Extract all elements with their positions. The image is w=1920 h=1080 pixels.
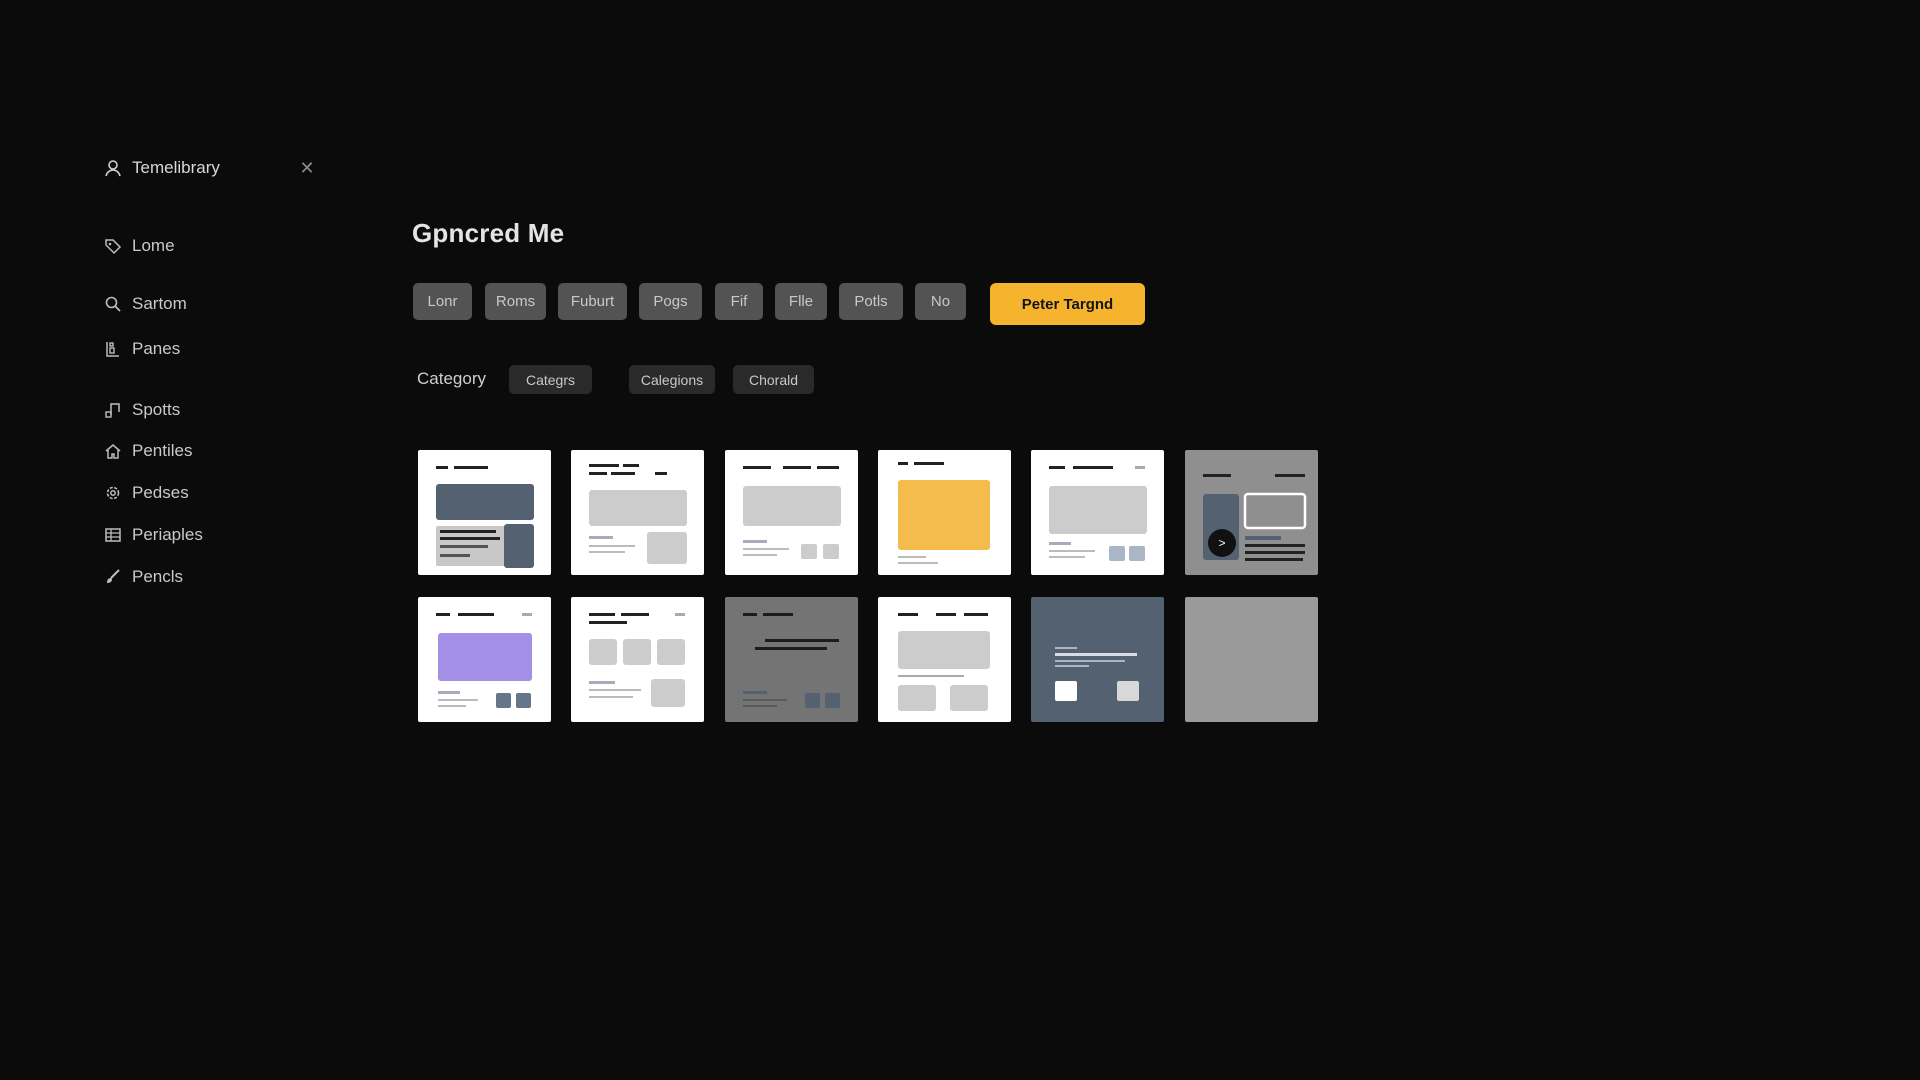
brush-icon (104, 568, 122, 586)
template-card[interactable] (418, 597, 551, 722)
filter-chip[interactable]: Pogs (639, 283, 702, 320)
template-card[interactable] (1031, 450, 1164, 575)
template-card[interactable] (1185, 597, 1318, 722)
category-label: Category (417, 369, 486, 388)
filter-chip[interactable]: Fif (715, 283, 763, 320)
sidebar-item-label: Pedses (132, 483, 189, 502)
sidebar-item-label: Periaples (132, 525, 203, 544)
music-icon (104, 401, 122, 419)
close-icon[interactable]: ✕ (297, 158, 317, 178)
sidebar-item-spotts[interactable]: Spotts (104, 396, 180, 424)
layout-icon (104, 340, 122, 358)
sidebar-item-pentiles[interactable]: Pentiles (104, 437, 192, 465)
search-icon (104, 295, 122, 313)
home-icon (104, 442, 122, 460)
sidebar-item-periaples[interactable]: Periaples (104, 521, 203, 549)
play-icon[interactable]: > (1208, 529, 1236, 557)
filter-chip[interactable]: Potls (839, 283, 903, 320)
page-title: Gpncred Me (412, 218, 565, 248)
filter-chip[interactable]: Flle (775, 283, 827, 320)
filter-chip[interactable]: Lonr (413, 283, 472, 320)
template-card[interactable] (878, 597, 1011, 722)
filter-chip[interactable]: Fuburt (558, 283, 627, 320)
tag-icon (104, 237, 122, 255)
primary-action-button[interactable]: Peter Targnd (990, 283, 1145, 325)
sidebar-title: Temelibrary (132, 158, 220, 177)
gear-icon (104, 484, 122, 502)
template-card[interactable] (725, 597, 858, 722)
template-card[interactable] (1031, 597, 1164, 722)
filter-chip[interactable]: Roms (485, 283, 546, 320)
sidebar-item-lome[interactable]: Lome (104, 232, 175, 260)
table-icon (104, 526, 122, 544)
sidebar-header: Temelibrary (104, 150, 314, 186)
template-card[interactable] (725, 450, 858, 575)
sidebar-item-pedses[interactable]: Pedses (104, 479, 189, 507)
template-card[interactable] (878, 450, 1011, 575)
sidebar-item-label: Lome (132, 236, 175, 255)
user-icon (104, 159, 122, 177)
category-chip[interactable]: Chorald (733, 365, 814, 394)
sidebar-item-label: Sartom (132, 294, 187, 313)
sidebar-item-label: Pencls (132, 567, 184, 586)
template-card[interactable] (571, 597, 704, 722)
template-card[interactable] (1185, 450, 1318, 575)
category-chip[interactable]: Calegions (629, 365, 715, 394)
sidebar-item-label: Spotts (132, 400, 181, 419)
filter-chip[interactable]: No (915, 283, 966, 320)
sidebar-item-sartom[interactable]: Sartom (104, 290, 187, 318)
sidebar-item-label: Pentiles (132, 441, 193, 460)
category-chip[interactable]: Categrs (509, 365, 592, 394)
sidebar-item-label: Panes (132, 339, 181, 358)
sidebar-item-pencls[interactable]: Pencls (104, 563, 183, 591)
template-card[interactable] (418, 450, 551, 575)
sidebar-item-panes[interactable]: Panes (104, 335, 180, 363)
app-root: Temelibrary ✕ Lome Sartom Panes Spotts P… (0, 0, 1920, 1080)
template-card[interactable] (571, 450, 704, 575)
